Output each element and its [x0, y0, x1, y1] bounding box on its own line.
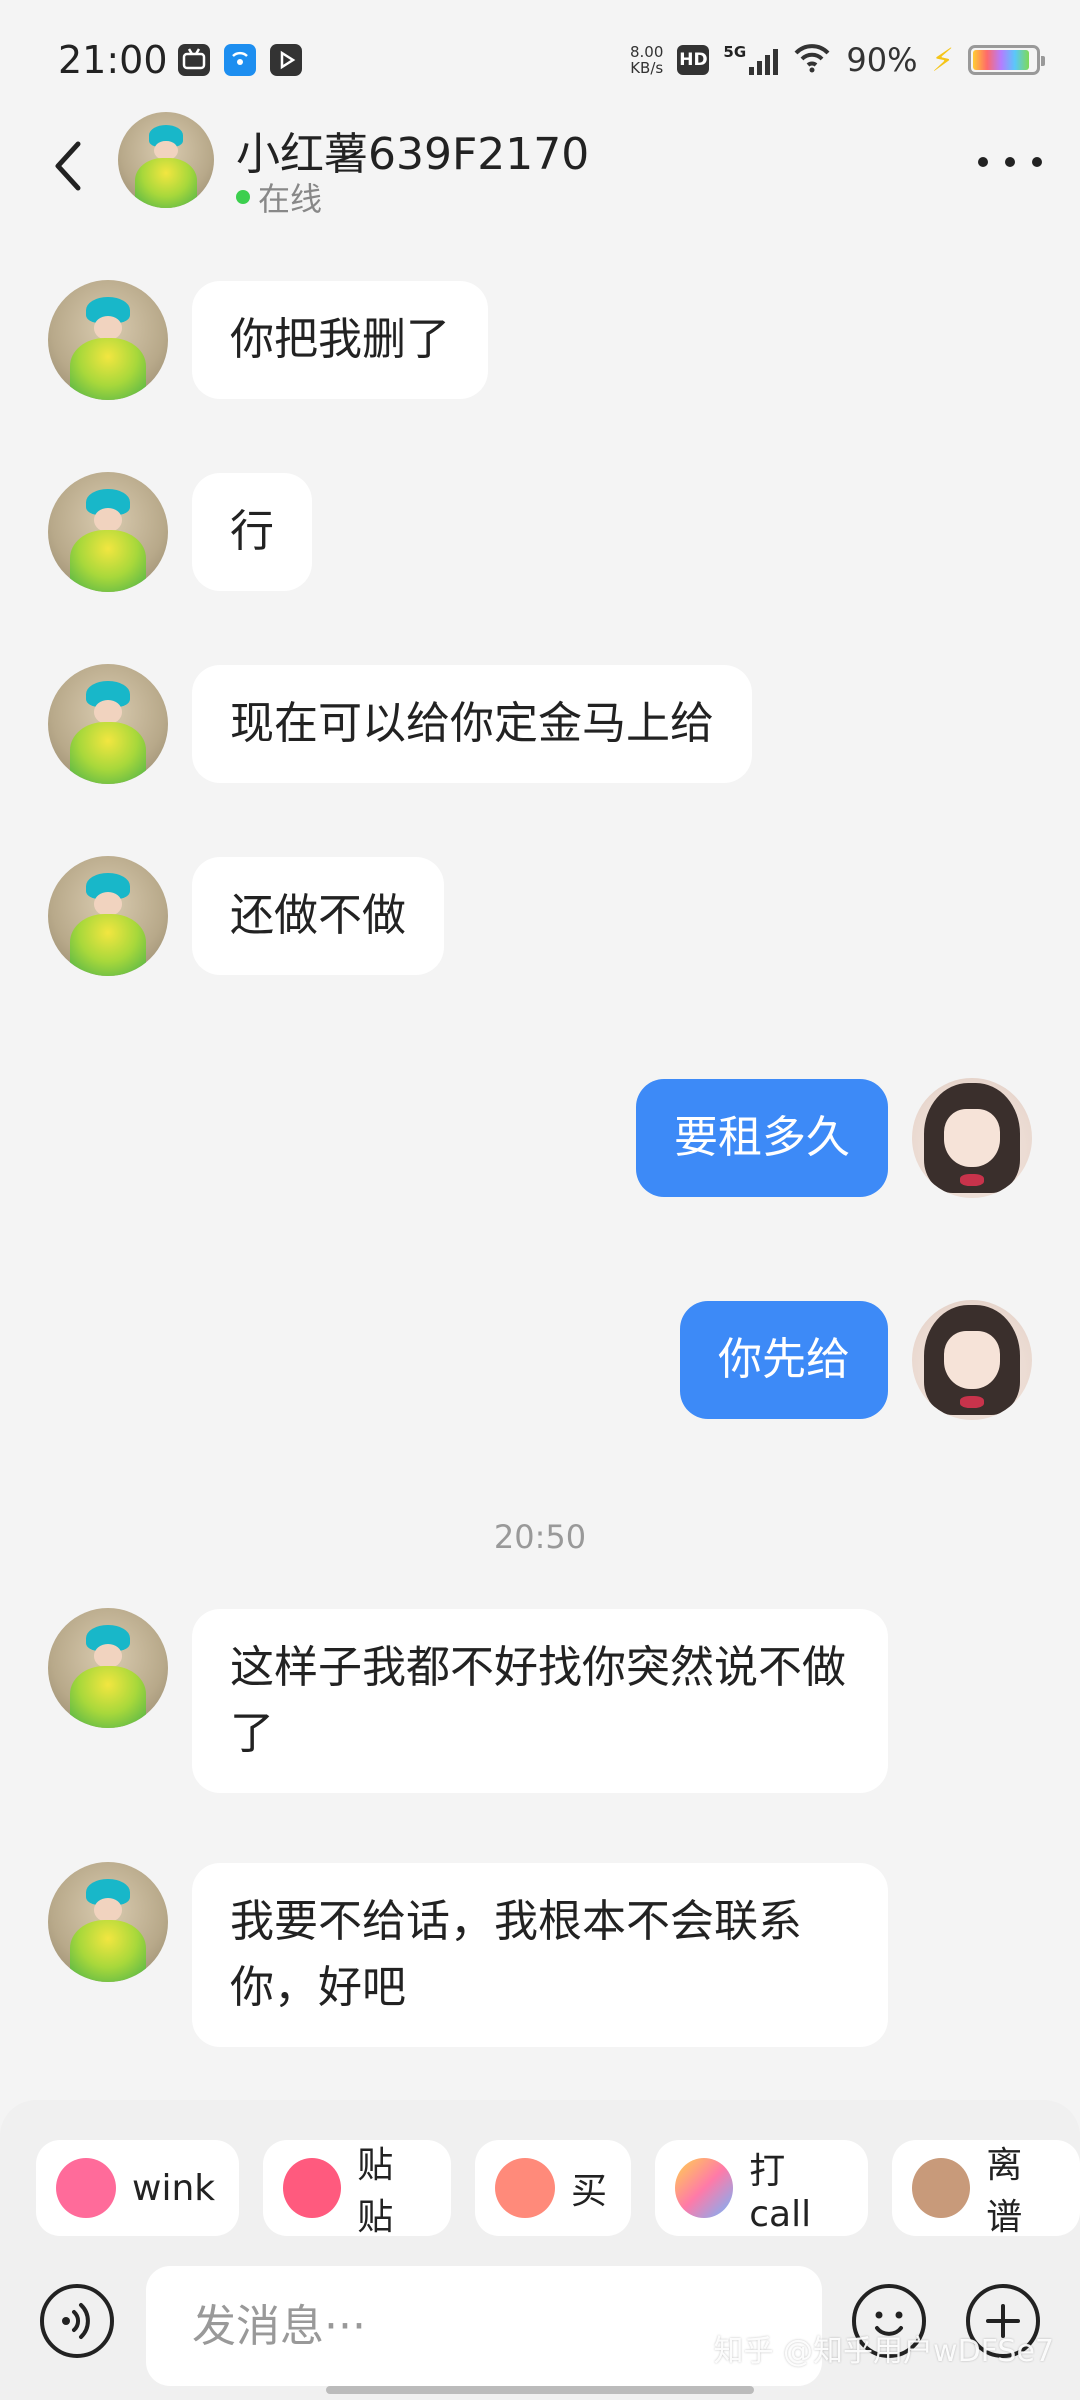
media-play-icon — [270, 44, 302, 76]
contact-avatar[interactable] — [118, 112, 214, 208]
status-indicators: 8.00 KB/s HD 5G 90% ⚡ — [630, 36, 1045, 84]
sticker-tietie[interactable]: 贴贴 — [263, 2140, 452, 2238]
message-bubble-incoming[interactable]: 还做不做 — [192, 857, 444, 975]
glowstick-icon — [675, 2158, 734, 2218]
message-bubble-incoming[interactable]: 我要不给话，我根本不会联系你，好吧 — [192, 1863, 888, 2047]
bilibili-icon — [178, 44, 210, 76]
sender-avatar[interactable] — [48, 472, 168, 592]
message-bubble-incoming[interactable]: 这样子我都不好找你突然说不做了 — [192, 1609, 888, 1793]
facepalm-icon — [912, 2158, 971, 2218]
sticker-wink[interactable]: wink — [36, 2140, 240, 2236]
sticker-dacall[interactable]: 打call — [655, 2140, 869, 2236]
sticker-lipu[interactable]: 离谱 — [892, 2140, 1080, 2238]
quick-sticker-bar: wink 贴贴 买 打call 离谱 — [36, 2140, 1080, 2238]
voice-input-button[interactable] — [40, 2284, 114, 2358]
message-timestamp: 20:50 — [493, 1518, 587, 1556]
message-bubble-incoming[interactable]: 行 — [192, 473, 312, 591]
network-speed: 8.00 KB/s — [630, 43, 664, 77]
wifi-hotspot-icon — [224, 44, 256, 76]
home-indicator[interactable] — [326, 2386, 754, 2394]
hug-bunny-icon — [283, 2158, 342, 2218]
sender-avatar[interactable] — [48, 664, 168, 784]
chat-header: 小红薯639F2170 在线 — [0, 110, 1080, 220]
wifi-icon — [792, 43, 832, 77]
chevron-left-icon — [55, 141, 81, 191]
status-bar: 21:00 8.00 KB/s HD 5G 90% ⚡ — [0, 0, 1080, 120]
hd-voice-badge: HD — [677, 45, 710, 75]
message-bubble-outgoing[interactable]: 你先给 — [680, 1301, 888, 1419]
buy-peach-icon — [495, 2158, 556, 2218]
my-avatar[interactable] — [912, 1078, 1032, 1198]
back-button[interactable] — [40, 126, 100, 206]
battery-icon — [968, 45, 1045, 75]
sticker-mai[interactable]: 买 — [475, 2140, 632, 2236]
online-dot-icon — [236, 190, 250, 204]
contact-name: 小红薯639F2170 — [236, 129, 590, 180]
voice-wave-icon — [62, 2303, 90, 2339]
dot-icon — [978, 157, 988, 167]
sender-avatar[interactable] — [48, 280, 168, 400]
wink-bunny-icon — [56, 2158, 116, 2218]
online-status: 在线 — [236, 174, 322, 220]
status-time: 21:00 — [58, 38, 168, 82]
my-avatar[interactable] — [912, 1300, 1032, 1420]
dot-icon — [1032, 157, 1042, 167]
message-bubble-outgoing[interactable]: 要租多久 — [636, 1079, 888, 1197]
message-bubble-incoming[interactable]: 你把我删了 — [192, 281, 488, 399]
more-options-button[interactable] — [978, 142, 1042, 182]
sender-avatar[interactable] — [48, 1608, 168, 1728]
dot-icon — [1005, 157, 1015, 167]
battery-level-fill — [973, 50, 1029, 70]
sender-avatar[interactable] — [48, 856, 168, 976]
watermark: 知乎 @知乎用户wDFSe7 — [713, 2334, 1055, 2369]
sender-avatar[interactable] — [48, 1862, 168, 1982]
charging-bolt-icon: ⚡ — [931, 41, 954, 79]
message-bubble-incoming[interactable]: 现在可以给你定金马上给 — [192, 665, 752, 783]
cellular-signal-icon: 5G — [723, 43, 779, 75]
battery-percent: 90% — [846, 41, 918, 79]
